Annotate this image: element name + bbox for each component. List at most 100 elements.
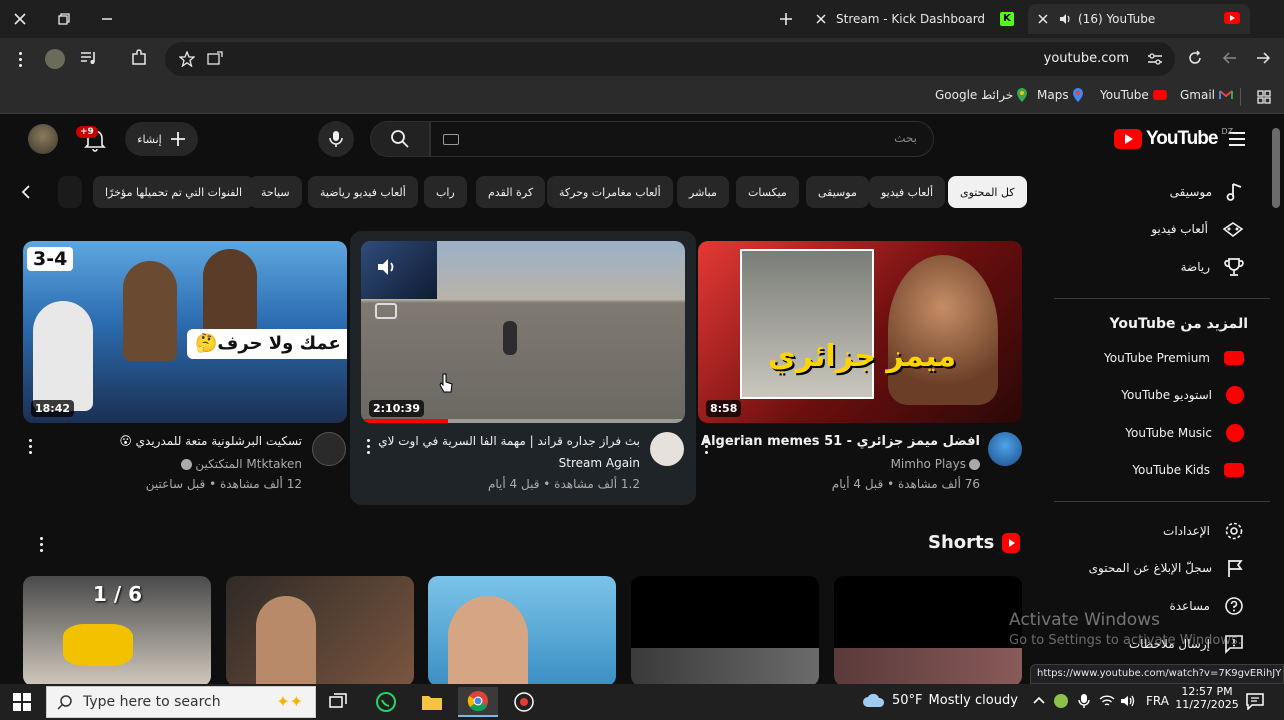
close-icon[interactable] — [816, 14, 826, 24]
chip-football[interactable]: كرة القدم — [476, 176, 546, 208]
video-thumbnail[interactable]: ميمز جزائري 8:58 — [698, 241, 1022, 423]
thumbnail-inset-image — [361, 241, 437, 299]
tab-kick-dashboard[interactable]: Stream - Kick Dashboard — [808, 4, 994, 34]
chip-partial[interactable] — [58, 176, 82, 208]
chip-mixes[interactable]: ميكسات — [736, 176, 799, 208]
page-scrollbar-thumb[interactable] — [1272, 128, 1280, 208]
chip-music[interactable]: موسيقى — [806, 176, 869, 208]
tray-app-icon[interactable] — [1054, 694, 1068, 708]
url-text[interactable]: youtube.com — [1044, 51, 1129, 66]
video-menu-icon[interactable] — [698, 434, 714, 458]
microphone-icon[interactable] — [1078, 693, 1090, 713]
window-close-button[interactable] — [6, 6, 34, 32]
taskbar-app-recorder[interactable] — [504, 687, 544, 717]
taskbar-chrome[interactable] — [458, 687, 498, 717]
apps-grid-icon[interactable] — [1257, 89, 1271, 108]
youtube-logo[interactable]: YouTube DZ — [1114, 127, 1233, 150]
short-thumbnail[interactable] — [428, 576, 616, 686]
profile-avatar[interactable] — [45, 49, 65, 69]
chips-scroll-left-button[interactable] — [14, 180, 38, 204]
sidebar-item-video-games[interactable]: ألعاب فيديو — [1151, 211, 1244, 247]
video-title[interactable]: تسكيت البرشلونية متعة للمدريدي 😮 — [119, 434, 302, 448]
search-button[interactable] — [370, 121, 430, 157]
sidebar-item-youtube-premium[interactable]: YouTube Premium — [1104, 340, 1244, 376]
chip-all[interactable]: كل المحتوى — [948, 176, 1027, 208]
channel-avatar[interactable] — [650, 432, 684, 466]
taskbar-file-explorer[interactable] — [412, 687, 452, 717]
sidebar-item-youtube-kids[interactable]: YouTube Kids — [1132, 452, 1244, 488]
captions-icon[interactable] — [375, 303, 397, 319]
install-app-icon[interactable] — [207, 51, 223, 71]
video-thumbnail[interactable]: 3-4 مبابي عمك ولا حرف🤔 18:42 — [23, 241, 347, 423]
forward-arrow-icon[interactable] — [1255, 50, 1271, 70]
channel-avatar[interactable] — [988, 432, 1022, 466]
sidebar-item-youtube-studio[interactable]: استوديو YouTube — [1121, 377, 1244, 413]
channel-avatar[interactable] — [312, 432, 346, 466]
notification-center-icon[interactable] — [1246, 692, 1264, 714]
video-menu-icon[interactable] — [22, 434, 38, 458]
voice-search-button[interactable] — [318, 121, 354, 157]
media-controls-icon[interactable] — [80, 49, 98, 71]
chip-live[interactable]: مباشر — [677, 176, 729, 208]
short-thumbnail[interactable]: 1 / 6 — [23, 576, 211, 686]
chip-recently-uploaded[interactable]: الفنوات التي تم تحميلها مؤخرًا — [93, 176, 255, 208]
input-language[interactable]: FRA — [1146, 694, 1169, 708]
reload-icon[interactable] — [1187, 50, 1203, 70]
create-button[interactable]: إنشاء — [125, 122, 198, 156]
weather-widget[interactable]: 50°F Mostly cloudy — [862, 692, 1018, 708]
audio-playing-icon[interactable] — [1058, 12, 1072, 26]
window-restore-button[interactable] — [50, 6, 78, 32]
short-thumbnail[interactable] — [226, 576, 414, 686]
chevron-up-icon[interactable] — [1032, 693, 1046, 712]
short-thumbnail[interactable] — [631, 576, 819, 686]
tab-youtube[interactable]: (16) YouTube — [1028, 4, 1250, 34]
window-minimize-button[interactable] — [93, 6, 121, 32]
browser-menu-icon[interactable] — [12, 47, 28, 71]
video-title[interactable]: افضل ميمز جزائري - Algerian memes 51 — [701, 434, 980, 449]
video-title[interactable]: بث فراز جداره قراند | مهمة الفا السرية ف… — [378, 434, 640, 448]
start-button[interactable] — [2, 687, 42, 717]
short-thumbnail[interactable] — [834, 576, 1022, 686]
wifi-icon[interactable] — [1099, 693, 1115, 712]
back-arrow-icon[interactable] — [1222, 50, 1238, 70]
bookmark-youtube[interactable]: YouTube — [1100, 88, 1167, 102]
clock[interactable]: 12:57 PM 11/27/2025 — [1175, 685, 1239, 711]
chip-adventure-games[interactable]: ألعاب مغامرات وحركة — [547, 176, 673, 208]
volume-icon[interactable] — [375, 255, 399, 283]
sidebar-item-help[interactable]: مساعدة — [1169, 588, 1244, 624]
link-preview-url: https://www.youtube.com/watch?v=7K9gvERi… — [1030, 664, 1284, 684]
sidebar-item-sports[interactable]: رياضة — [1181, 249, 1244, 285]
sidebar-item-settings[interactable]: الإعدادات — [1163, 513, 1244, 549]
video-thumbnail[interactable]: 2:10:39 — [361, 241, 685, 423]
video-menu-icon[interactable] — [360, 434, 376, 458]
chip-video-games[interactable]: ألعاب فيديو — [869, 176, 946, 208]
notifications-button[interactable]: +9 — [76, 126, 106, 156]
address-bar[interactable]: youtube.com — [165, 42, 1175, 76]
bookmark-maps[interactable]: Maps — [1037, 88, 1083, 102]
keyboard-icon[interactable] — [443, 134, 459, 145]
site-settings-icon[interactable] — [1147, 51, 1163, 71]
chip-sports-games[interactable]: ألعاب فيديو رياضية — [308, 176, 418, 208]
bookmark-google-maps[interactable]: Google خرائط — [935, 88, 1028, 102]
video-channel[interactable]: Mimho Plays — [891, 457, 980, 471]
new-tab-button[interactable] — [772, 6, 800, 32]
taskbar-search-input[interactable]: Type here to search ✦✦ — [46, 686, 316, 718]
account-avatar[interactable] — [28, 124, 58, 154]
video-channel[interactable]: المتكتكين Mtktaken — [181, 457, 302, 471]
bookmark-gmail[interactable]: Gmail — [1180, 88, 1234, 102]
sidebar-item-music[interactable]: موسيقى — [1170, 174, 1244, 210]
sidebar-item-report-history[interactable]: سجلّ الإبلاغ عن المحتوى — [1089, 550, 1244, 586]
extensions-icon[interactable] — [130, 49, 148, 71]
youtube-premium-icon — [1224, 351, 1244, 365]
task-view-button[interactable] — [318, 687, 358, 717]
chip-rap[interactable]: راب — [424, 176, 467, 208]
sidebar-item-youtube-music[interactable]: YouTube Music — [1125, 415, 1244, 451]
close-icon[interactable] — [1038, 14, 1048, 24]
speaker-icon[interactable] — [1120, 693, 1136, 712]
shorts-menu-icon[interactable] — [33, 532, 49, 556]
search-input[interactable]: بحث — [430, 121, 934, 157]
chip-tourism[interactable]: سياحة — [249, 176, 302, 208]
video-channel[interactable]: Stream Again — [559, 456, 640, 470]
star-icon[interactable] — [178, 50, 196, 71]
taskbar-whatsapp[interactable] — [366, 687, 406, 717]
